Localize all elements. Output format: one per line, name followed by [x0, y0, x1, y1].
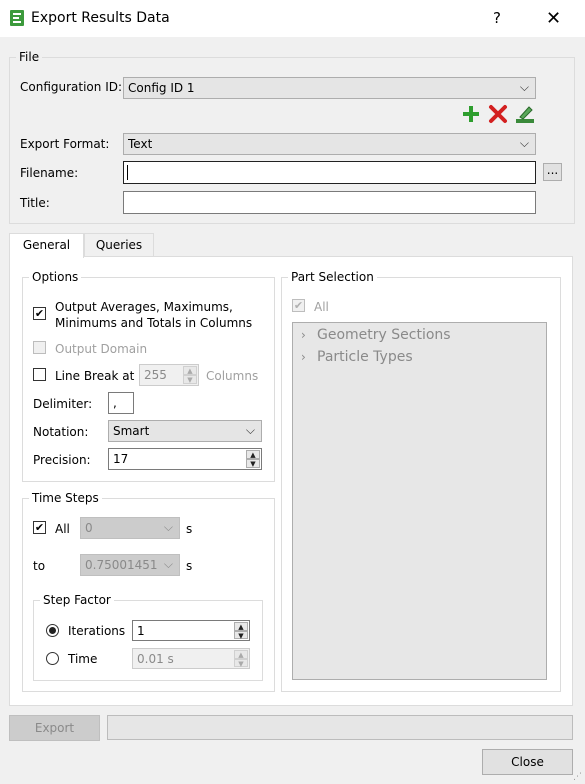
- tab-queries[interactable]: Queries: [84, 233, 154, 257]
- precision-spinbox[interactable]: 17 ▲ ▼: [108, 448, 262, 470]
- tree-item-particle-types[interactable]: › Particle Types: [301, 349, 413, 365]
- close-window-button[interactable]: ✕: [546, 8, 561, 29]
- notation-select[interactable]: Smart ⌵: [108, 420, 262, 442]
- precision-label: Precision:: [33, 453, 91, 467]
- close-button[interactable]: Close: [482, 749, 573, 775]
- output-domain-checkbox[interactable]: [33, 341, 46, 354]
- export-format-select[interactable]: Text ⌵: [123, 133, 536, 155]
- output-averages-label-line1: Output Averages, Maximums,: [55, 300, 233, 314]
- tree-item-label: Particle Types: [317, 349, 413, 365]
- text-cursor: [127, 165, 128, 180]
- part-all-label: All: [314, 300, 329, 314]
- part-all-checkbox[interactable]: ✔: [292, 299, 305, 312]
- time-to-unit: s: [186, 559, 193, 573]
- chevron-down-icon: ⌵: [519, 80, 529, 94]
- app-logo-icon: [10, 10, 24, 26]
- config-id-label: Configuration ID:: [20, 80, 123, 94]
- part-tree[interactable]: › Geometry Sections › Particle Types: [292, 322, 547, 680]
- delimiter-input[interactable]: ,: [108, 392, 134, 414]
- time-from-value: 0: [85, 521, 93, 535]
- radio-selected-dot: [49, 627, 56, 634]
- export-button[interactable]: Export: [9, 715, 100, 741]
- chevron-right-icon[interactable]: ›: [301, 328, 317, 342]
- iterations-value: 1: [137, 624, 145, 638]
- title-bar: Export Results Data ? ✕: [0, 0, 585, 37]
- time-to-value: 0.750014518: [85, 558, 157, 572]
- line-break-label: Line Break at: [55, 369, 135, 383]
- time-to-label: to: [33, 559, 46, 573]
- output-averages-label-line2: Minimums and Totals in Columns: [55, 316, 253, 330]
- output-domain-label: Output Domain: [55, 342, 148, 356]
- spin-arrows-icon[interactable]: ▲ ▼: [234, 622, 248, 639]
- export-format-label: Export Format:: [20, 137, 110, 151]
- time-steps-legend: Time Steps: [32, 491, 99, 505]
- help-button[interactable]: ?: [493, 9, 501, 27]
- spin-arrows-icon[interactable]: ▲ ▼: [234, 650, 248, 667]
- time-from-select[interactable]: 0 ⌵: [80, 517, 180, 539]
- delete-icon[interactable]: [488, 104, 508, 124]
- browse-button[interactable]: ...: [543, 163, 562, 181]
- filename-input[interactable]: [123, 161, 536, 184]
- export-format-value: Text: [128, 137, 153, 151]
- delimiter-value: ,: [113, 396, 117, 410]
- time-label: Time: [68, 652, 98, 666]
- notation-value: Smart: [113, 424, 150, 438]
- iterations-spinbox[interactable]: 1 ▲ ▼: [132, 620, 250, 641]
- delimiter-label: Delimiter:: [33, 397, 93, 411]
- tab-general[interactable]: General: [9, 233, 84, 258]
- iterations-radio[interactable]: [46, 624, 59, 637]
- filename-label: Filename:: [20, 166, 79, 180]
- tree-item-label: Geometry Sections: [317, 327, 451, 343]
- window-title: Export Results Data: [31, 10, 170, 26]
- spin-arrows-icon[interactable]: ▲ ▼: [183, 366, 197, 384]
- time-from-unit: s: [186, 522, 193, 536]
- line-break-value: 255: [144, 368, 167, 382]
- time-to-select[interactable]: 0.750014518 ⌵: [80, 554, 180, 576]
- file-legend: File: [19, 50, 40, 64]
- time-radio[interactable]: [46, 652, 59, 665]
- output-averages-checkbox[interactable]: ✔: [33, 307, 46, 320]
- step-factor-legend: Step Factor: [43, 593, 111, 607]
- edit-icon[interactable]: [515, 104, 535, 124]
- line-break-checkbox[interactable]: [33, 368, 46, 381]
- config-id-select[interactable]: Config ID 1 ⌵: [123, 77, 536, 99]
- precision-value: 17: [113, 452, 129, 466]
- resize-grip-icon[interactable]: ⋰: [573, 772, 582, 782]
- columns-label: Columns: [206, 369, 259, 383]
- iterations-label: Iterations: [68, 624, 126, 638]
- progress-bar: [107, 715, 573, 740]
- title-label: Title:: [20, 196, 50, 210]
- chevron-down-icon: ⌵: [163, 520, 173, 534]
- options-legend: Options: [32, 270, 79, 284]
- notation-label: Notation:: [33, 425, 89, 439]
- part-selection-legend: Part Selection: [291, 270, 374, 284]
- time-value: 0.01 s: [137, 652, 174, 666]
- line-break-spinbox[interactable]: 255 ▲ ▼: [139, 364, 199, 386]
- chevron-down-icon: ⌵: [245, 423, 255, 437]
- title-input[interactable]: [123, 191, 536, 214]
- config-id-value: Config ID 1: [128, 81, 195, 95]
- chevron-right-icon[interactable]: ›: [301, 350, 317, 364]
- time-all-checkbox[interactable]: ✔: [33, 521, 46, 534]
- tree-item-geometry-sections[interactable]: › Geometry Sections: [301, 327, 451, 343]
- chevron-down-icon: ⌵: [519, 136, 529, 150]
- spin-arrows-icon[interactable]: ▲ ▼: [246, 450, 260, 468]
- time-spinbox[interactable]: 0.01 s ▲ ▼: [132, 648, 250, 669]
- time-all-label: All: [55, 522, 70, 536]
- chevron-down-icon: ⌵: [163, 557, 173, 571]
- add-icon[interactable]: [461, 104, 481, 124]
